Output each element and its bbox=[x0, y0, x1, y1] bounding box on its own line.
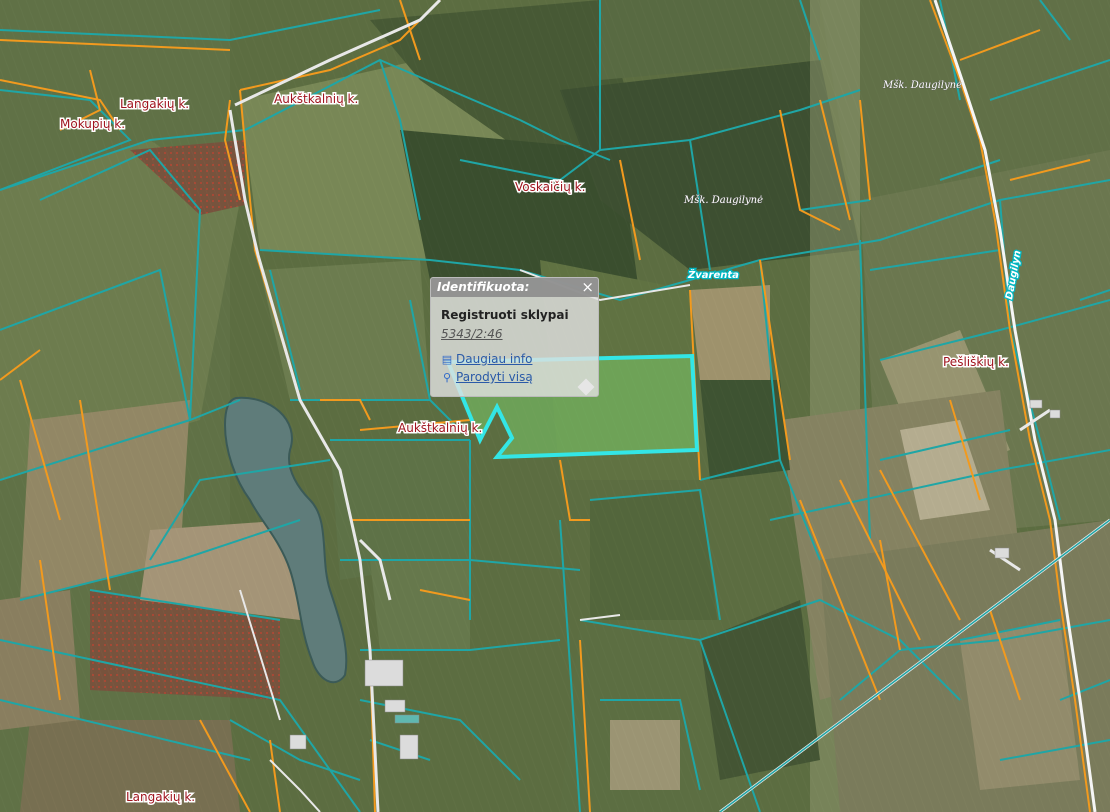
identify-popup: Identifikuota: × Registruoti sklypai 534… bbox=[430, 277, 599, 397]
forest-label-2: Mšk. Daugilynė bbox=[683, 195, 763, 206]
aerial-imagery bbox=[0, 0, 1110, 812]
place-label-langakiu: Langakių k. bbox=[120, 97, 189, 111]
place-label-mokupiu: Mokupių k. bbox=[60, 117, 125, 131]
place-label-aukstkalniu: Aukštkalnių k. bbox=[274, 92, 358, 106]
more-info-label: Daugiau info bbox=[456, 352, 533, 366]
place-label-pesliskiu: Pešliškių k. bbox=[943, 355, 1009, 369]
more-info-link[interactable]: ▤ Daugiau info bbox=[441, 352, 533, 366]
map-canvas[interactable]: Langakių k. Aukštkalnių k. Mokupių k. Vo… bbox=[0, 0, 1110, 812]
show-all-link[interactable]: ⚲ Parodyti visą bbox=[441, 370, 533, 384]
place-label-aukstkalniu-2: Aukštkalnių k. bbox=[398, 421, 482, 435]
road-label-zvarenta: Žvarenta bbox=[687, 267, 739, 281]
document-icon: ▤ bbox=[441, 353, 453, 366]
popup-header: Identifikuota: bbox=[431, 278, 598, 297]
layer-title: Registruoti sklypai bbox=[441, 308, 569, 322]
place-label-langakiu-2: Langakių k. bbox=[126, 790, 195, 804]
place-label-voskaiciu: Voskaičių k. bbox=[515, 180, 585, 194]
parcel-id-link[interactable]: 5343/2:46 bbox=[441, 327, 503, 341]
forest-label-1: Mšk. Daugilynė bbox=[882, 80, 962, 91]
show-all-label: Parodyti visą bbox=[456, 370, 533, 384]
close-icon[interactable]: × bbox=[581, 279, 594, 295]
magnifier-icon: ⚲ bbox=[442, 371, 452, 384]
